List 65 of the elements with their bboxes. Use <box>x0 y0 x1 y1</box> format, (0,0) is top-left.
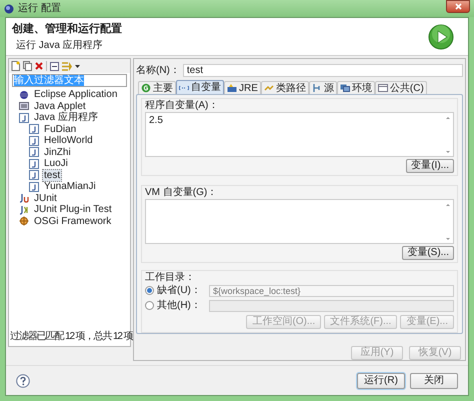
java-file-icon <box>29 182 39 192</box>
tree-item[interactable]: YunaMianJi <box>42 180 98 194</box>
working-directory-label: 工作目录： <box>145 271 196 284</box>
variables-button[interactable]: 变量(S)... <box>402 246 454 260</box>
tree-item[interactable]: test <box>42 168 62 182</box>
applet-icon <box>19 101 29 112</box>
delete-icon[interactable] <box>35 62 43 70</box>
jre-icon <box>227 83 237 93</box>
tree-item[interactable]: HelloWorld <box>42 134 95 148</box>
directory-field[interactable]: ${workspace_loc:test} <box>209 284 454 296</box>
program-arguments-label: 程序自变量(A)： <box>145 99 220 112</box>
java-file-icon <box>29 124 39 134</box>
header-title: 创建、管理和运行配置 <box>12 22 123 34</box>
run-icon <box>428 24 454 50</box>
tree-item[interactable]: JinZhi <box>42 146 73 159</box>
java-file-icon <box>29 158 39 169</box>
filter-status: 过滤器已匹配 12 项，总共 12 项 <box>10 331 132 343</box>
plugin-test-icon <box>19 204 29 215</box>
java-file-icon <box>19 112 29 123</box>
window-title: 运行 配置 <box>18 2 61 14</box>
tree-item[interactable]: LuoJi <box>42 157 70 170</box>
new-file-icon[interactable] <box>11 61 20 71</box>
name-field[interactable]: test <box>182 64 463 76</box>
tree-item[interactable]: Java Applet <box>32 100 88 113</box>
name-label: 名称(N)： <box>136 64 180 78</box>
tree-item[interactable]: FuDian <box>42 122 78 136</box>
directory-field[interactable] <box>209 300 454 312</box>
vm-arguments-field[interactable] <box>145 199 454 244</box>
tree-item[interactable]: OSGi Framework <box>32 214 114 228</box>
eclipse-icon <box>19 90 29 100</box>
tab[interactable]: 自变量 <box>176 80 224 94</box>
help-icon[interactable] <box>16 374 30 388</box>
java-file-icon <box>29 147 39 158</box>
caret-icon[interactable] <box>75 64 80 68</box>
tree-item[interactable]: JUnit Plug-in Test <box>32 203 114 216</box>
tab[interactable]: 源 <box>308 81 337 94</box>
collapse-icon[interactable] <box>50 62 59 70</box>
java-file-icon <box>29 170 39 180</box>
radio-label[interactable]: 缺省(U)： <box>157 285 209 296</box>
tree-item[interactable]: JUnit <box>32 192 59 205</box>
tab[interactable]: 环境 <box>336 81 375 94</box>
dialog-button[interactable]: 关闭 <box>410 372 458 388</box>
tab[interactable]: 主要 <box>138 81 176 94</box>
classpath-icon <box>264 83 274 93</box>
tree-item[interactable]: Eclipse Application <box>32 88 120 102</box>
tab[interactable]: 公共(C) <box>374 81 427 94</box>
close-icon <box>454 3 462 10</box>
app-icon <box>4 4 14 14</box>
radio-button[interactable] <box>145 301 154 310</box>
header-subtitle: 运行 Java 应用程序 <box>16 40 104 50</box>
copy-icon[interactable] <box>23 61 32 71</box>
radio-button[interactable] <box>145 286 154 295</box>
environment-icon <box>340 83 350 93</box>
vm-arguments-label: VM 自变量(G)： <box>145 186 218 199</box>
java-file-icon <box>29 136 39 146</box>
close-button[interactable] <box>446 0 470 13</box>
program-arguments-field[interactable]: 2.5 <box>145 112 454 157</box>
variables-button[interactable]: 变量(I)... <box>406 159 454 173</box>
radio-label[interactable]: 其他(H)： <box>157 300 209 311</box>
tab[interactable]: JRE <box>224 81 261 94</box>
junit-icon <box>19 193 29 204</box>
dialog-button[interactable]: 运行(R) <box>357 372 405 388</box>
window-icon <box>378 83 388 93</box>
tree-item[interactable]: Java 应用程序 <box>32 111 100 124</box>
tab[interactable]: 类路径 <box>260 81 309 94</box>
